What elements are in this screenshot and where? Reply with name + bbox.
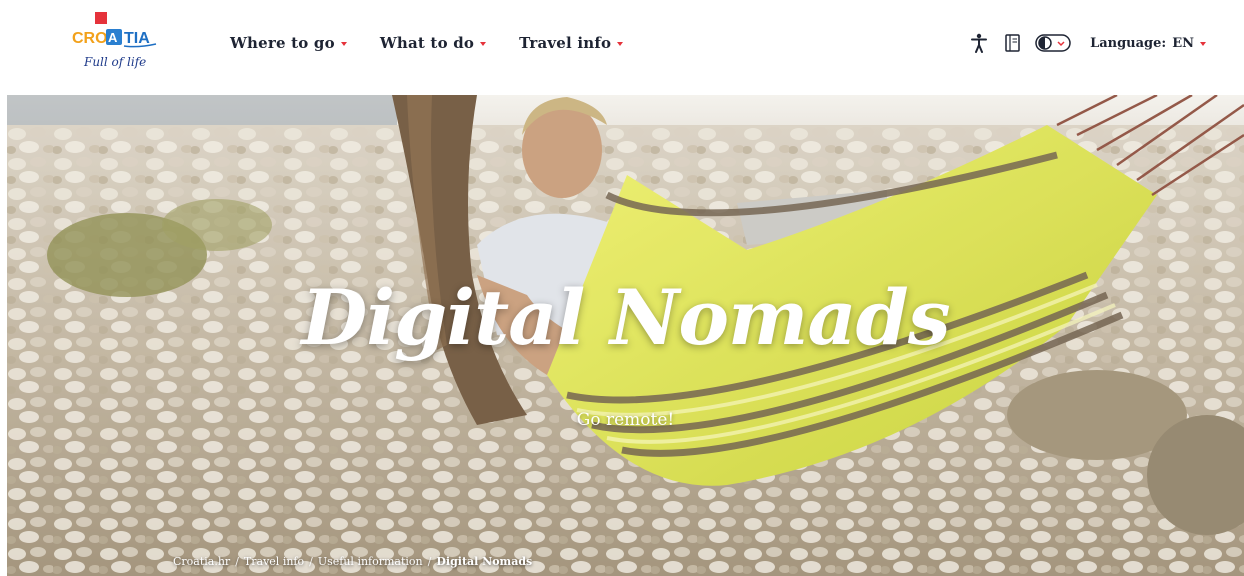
breadcrumb-link-home[interactable]: Croatia.hr [173,555,230,568]
breadcrumb-separator: / [309,555,313,568]
nav-item-label: What to do [379,34,475,52]
site-header: CRO A TIA Full of life Where to go What … [0,0,1244,95]
logo-letters-tia: TIA [124,30,150,47]
chevron-down-icon [480,42,487,46]
chevron-down-icon [1200,42,1206,46]
logo-red-square [95,12,107,24]
contrast-toggle-icon[interactable] [1034,30,1072,56]
language-label: Language: [1090,35,1167,51]
breadcrumb-current: Digital Nomads [436,555,533,568]
language-selector[interactable]: Language: EN [1090,36,1206,51]
nav-item-label: Where to go [230,34,335,52]
logo-graphic: CRO A TIA Full of life [72,12,157,69]
logo-tagline: Full of life [83,55,146,69]
logo-letter-a: A [108,30,118,45]
main-nav: Where to go What to do Travel info [230,34,656,52]
logo-letters-cro: CRO [72,30,108,47]
chevron-down-icon [340,42,347,46]
nav-item-label: Travel info [519,34,612,52]
breadcrumb: Croatia.hr / Travel info / Useful inform… [173,555,532,568]
header-tools: Language: EN [958,30,1206,56]
hero-title: Digital Nomads [301,273,950,362]
breadcrumb-link-useful-information[interactable]: Useful information [318,555,423,568]
language-value: EN [1172,35,1194,51]
chevron-down-icon [617,42,624,46]
nav-what-to-do[interactable]: What to do [379,34,487,52]
contrast-toggle-glyph [1035,34,1071,52]
accessibility-person-icon[interactable] [966,30,992,56]
nav-where-to-go[interactable]: Where to go [230,34,347,52]
breadcrumb-separator: / [235,555,239,568]
hero-banner: Digital Nomads Go remote! Croatia.hr / T… [7,95,1244,576]
book-icon[interactable] [1000,30,1026,56]
accessibility-person-glyph [971,33,988,53]
book-glyph [1005,34,1020,52]
nav-travel-info[interactable]: Travel info [519,34,624,52]
hero-subtitle: Go remote! [576,410,675,430]
croatia-logo[interactable]: CRO A TIA Full of life [68,10,168,76]
page: CRO A TIA Full of life Where to go What … [0,0,1244,576]
breadcrumb-link-travel-info[interactable]: Travel info [244,555,304,568]
breadcrumb-separator: / [427,555,432,568]
